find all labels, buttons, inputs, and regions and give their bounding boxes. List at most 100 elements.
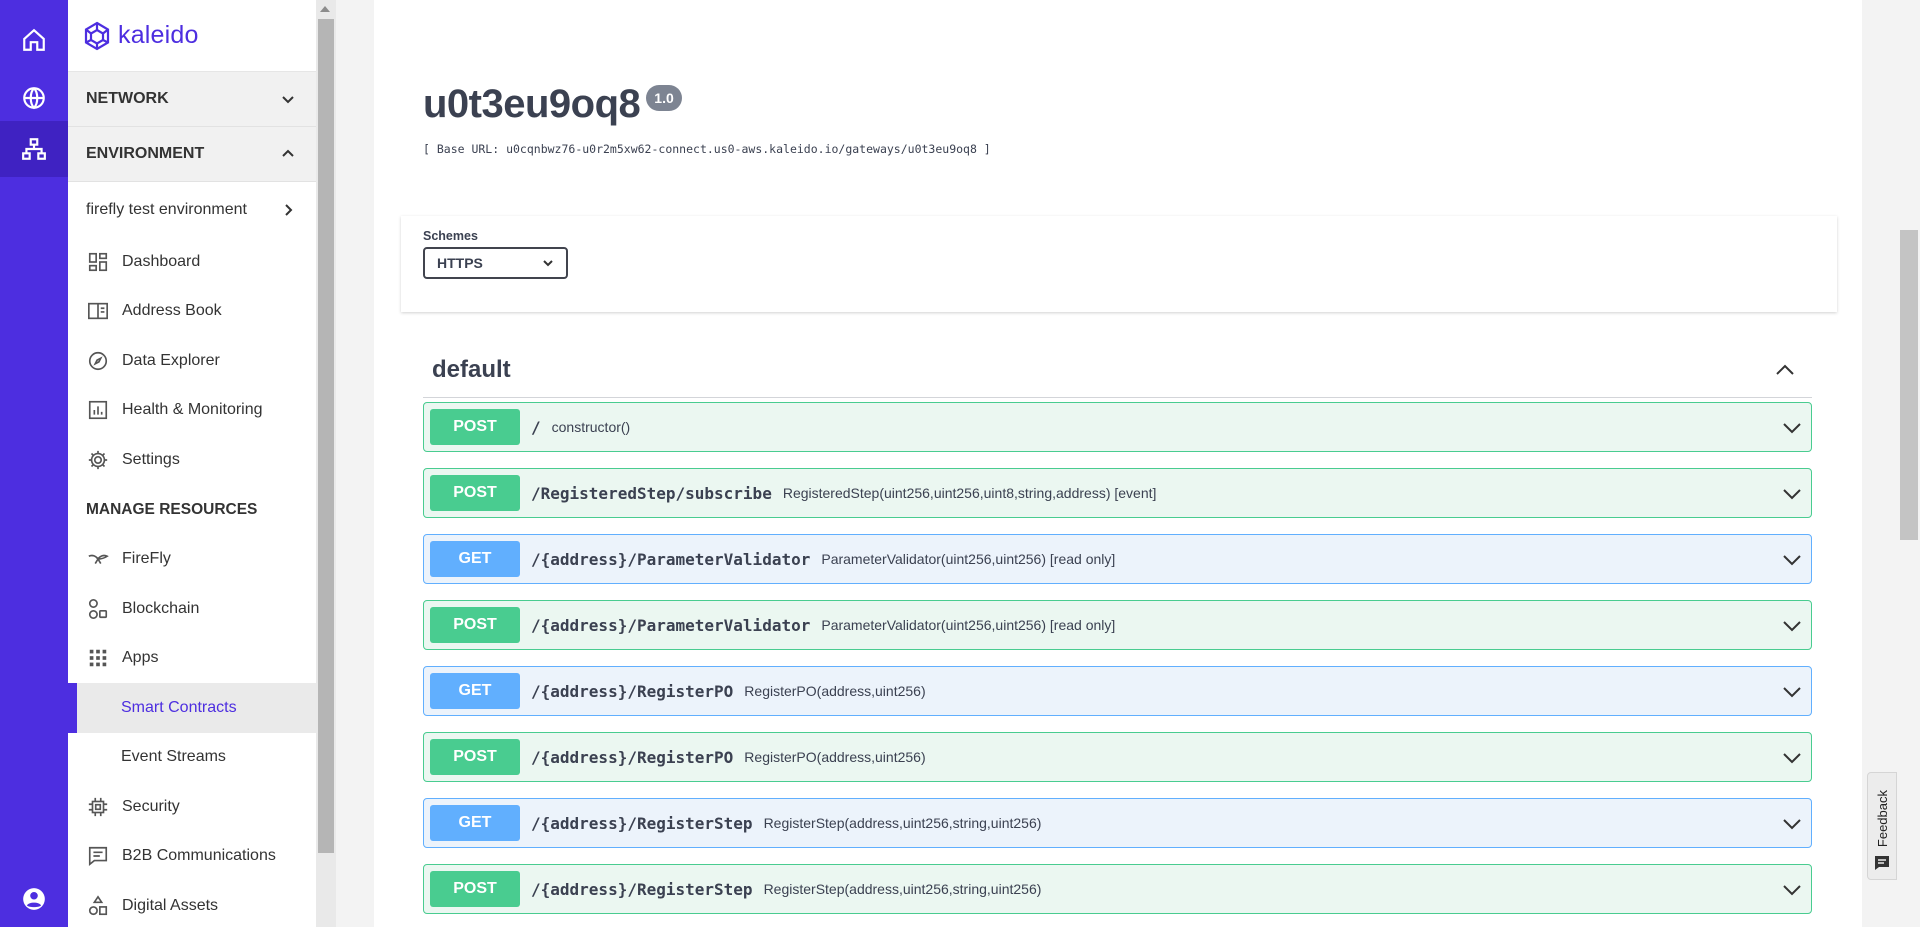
kaleido-logo-icon xyxy=(84,21,110,50)
method-badge: POST xyxy=(430,475,520,511)
globe-icon[interactable] xyxy=(0,70,68,126)
chevron-down-icon[interactable] xyxy=(1782,814,1802,834)
bar-chart-icon xyxy=(86,398,110,422)
sidebar-item-data-explorer[interactable]: Data Explorer xyxy=(68,336,316,386)
schemes-label: Schemes xyxy=(423,229,478,243)
sidebar-item-label: FireFly xyxy=(122,550,171,568)
version-badge: 1.0 xyxy=(646,85,682,111)
environment-label: ENVIRONMENT xyxy=(86,145,205,162)
sidebar-item-label: Security xyxy=(122,797,180,815)
network-section-toggle[interactable]: NETWORK xyxy=(68,72,316,127)
sidebar-item-smart-contracts[interactable]: Smart Contracts xyxy=(68,683,316,733)
compass-icon xyxy=(86,349,110,373)
operation-summary: RegisterStep(address,uint256,string,uint… xyxy=(763,881,1042,897)
method-badge: POST xyxy=(430,871,520,907)
operation-post[interactable]: POST / constructor() xyxy=(423,402,1812,452)
operation-post[interactable]: POST /{address}/ParameterValidator Paramet… xyxy=(423,600,1812,650)
chevron-down-icon[interactable] xyxy=(1782,880,1802,900)
api-header: u0t3eu9oq8 1.0 xyxy=(423,82,682,127)
chevron-down-icon[interactable] xyxy=(1782,616,1802,636)
message-icon xyxy=(86,844,110,868)
feedback-tab[interactable]: Feedback xyxy=(1867,772,1897,880)
operation-path: /{address}/RegisterPO xyxy=(531,747,734,767)
sidebar-item-digital-assets[interactable]: Digital Assets xyxy=(68,881,316,927)
scroll-up-arrow-icon[interactable] xyxy=(320,6,330,12)
operation-summary: RegisterPO(address,uint256) xyxy=(744,749,926,765)
operation-post[interactable]: POST /{address}/RegisterStep RegisterStep(… xyxy=(423,864,1812,914)
operation-get[interactable]: GET /{address}/ParameterValidator Paramete… xyxy=(423,534,1812,584)
sidebar-item-label: Settings xyxy=(122,450,180,468)
sidebar-item-event-streams[interactable]: Event Streams xyxy=(68,733,316,783)
blockchain-icon xyxy=(86,597,110,621)
operation-path: /{address}/RegisterStep xyxy=(531,879,753,899)
operation-path: /{address}/ParameterValidator xyxy=(531,549,811,569)
sidebar-item-label: B2B Communications xyxy=(122,847,276,865)
tag-section-default[interactable]: default xyxy=(423,342,1812,398)
environment-selector[interactable]: firefly test environment xyxy=(68,182,316,237)
base-url: [ Base URL: u0cqnbwz76-u0r2m5xw62-connec… xyxy=(423,142,991,156)
sidebar-item-label: Blockchain xyxy=(122,599,200,617)
content-gutter xyxy=(336,0,374,927)
chevron-down-icon[interactable] xyxy=(1782,682,1802,702)
sidebar-item-settings[interactable]: Settings xyxy=(68,435,316,485)
operation-path: /{address}/ParameterValidator xyxy=(531,615,811,635)
environment-name: firefly test environment xyxy=(86,200,247,218)
icon-rail xyxy=(0,0,68,927)
method-badge: GET xyxy=(430,805,520,841)
kaleido-logo[interactable]: kaleido xyxy=(68,0,316,72)
schemes-select[interactable]: HTTPS xyxy=(423,247,568,279)
sidebar-item-dashboard[interactable]: Dashboard xyxy=(68,237,316,287)
api-title: u0t3eu9oq8 xyxy=(423,82,641,126)
assets-icon xyxy=(86,894,110,918)
apps-grid-icon xyxy=(86,646,110,670)
sidebar-item-address-book[interactable]: Address Book xyxy=(68,287,316,337)
chevron-down-icon[interactable] xyxy=(1782,418,1802,438)
chevron-down-icon xyxy=(543,260,553,267)
operation-summary: RegisteredStep(uint256,uint256,uint8,str… xyxy=(782,485,1157,501)
address-book-icon xyxy=(86,299,110,323)
operation-post[interactable]: POST /{address}/RegisterPO RegisterPO(addr… xyxy=(423,732,1812,782)
sidebar-item-security[interactable]: Security xyxy=(68,782,316,832)
sidebar-item-label: Smart Contracts xyxy=(121,698,237,716)
firefly-icon xyxy=(86,547,110,571)
account-icon[interactable] xyxy=(0,871,68,927)
chevron-down-icon[interactable] xyxy=(1782,748,1802,768)
tag-title: default xyxy=(432,355,511,383)
operation-summary: ParameterValidator(uint256,uint256) [rea… xyxy=(821,617,1116,633)
sidebar-scrollbar-thumb[interactable] xyxy=(318,19,334,853)
chevron-down-icon[interactable] xyxy=(1782,550,1802,570)
operation-post[interactable]: POST/RegisteredStep/subscribe RegisteredS… xyxy=(423,468,1812,518)
main-scrollbar-thumb[interactable] xyxy=(1900,230,1918,540)
chevron-right-icon xyxy=(285,203,293,216)
operation-get[interactable]: GET /{address}/RegisterPO RegisterPO(addre… xyxy=(423,666,1812,716)
method-badge: POST xyxy=(430,739,520,775)
network-icon[interactable] xyxy=(0,121,68,177)
sidebar-item-label: Data Explorer xyxy=(122,351,220,369)
chip-icon xyxy=(86,795,110,819)
sidebar-item-blockchain[interactable]: Blockchain xyxy=(68,584,316,634)
operation-path: /RegisteredStep/subscribe xyxy=(531,483,772,503)
operation-summary: constructor() xyxy=(551,419,631,435)
environment-section-toggle[interactable]: ENVIRONMENT xyxy=(68,127,316,182)
sidebar-item-label: Address Book xyxy=(122,302,222,320)
schemes-selected-value: HTTPS xyxy=(437,255,483,271)
logo-text: kaleido xyxy=(118,21,199,49)
chevron-down-icon xyxy=(282,96,294,104)
gear-icon xyxy=(86,448,110,472)
feedback-icon xyxy=(1875,856,1889,870)
swagger-main: u0t3eu9oq8 1.0 [ Base URL: u0cqnbwz76-u0… xyxy=(374,0,1862,927)
operation-get[interactable]: GET /{address}/RegisterStep RegisterStep(a… xyxy=(423,798,1812,848)
manage-resources-heading: MANAGE RESOURCES xyxy=(86,500,258,518)
network-label: NETWORK xyxy=(86,90,169,107)
dashboard-icon xyxy=(86,250,110,274)
method-badge: POST xyxy=(430,607,520,643)
operation-path: /{address}/RegisterPO xyxy=(531,681,734,701)
chevron-down-icon[interactable] xyxy=(1782,484,1802,504)
sidebar-item-health-monitoring[interactable]: Health & Monitoring xyxy=(68,386,316,436)
sidebar-item-apps[interactable]: Apps xyxy=(68,634,316,684)
chevron-up-icon[interactable] xyxy=(1774,359,1796,381)
sidebar-item-b2b-communications[interactable]: B2B Communications xyxy=(68,832,316,882)
operation-path: /{address}/RegisterStep xyxy=(531,813,753,833)
home-icon[interactable] xyxy=(0,12,68,68)
sidebar-item-firefly[interactable]: FireFly xyxy=(68,535,316,585)
